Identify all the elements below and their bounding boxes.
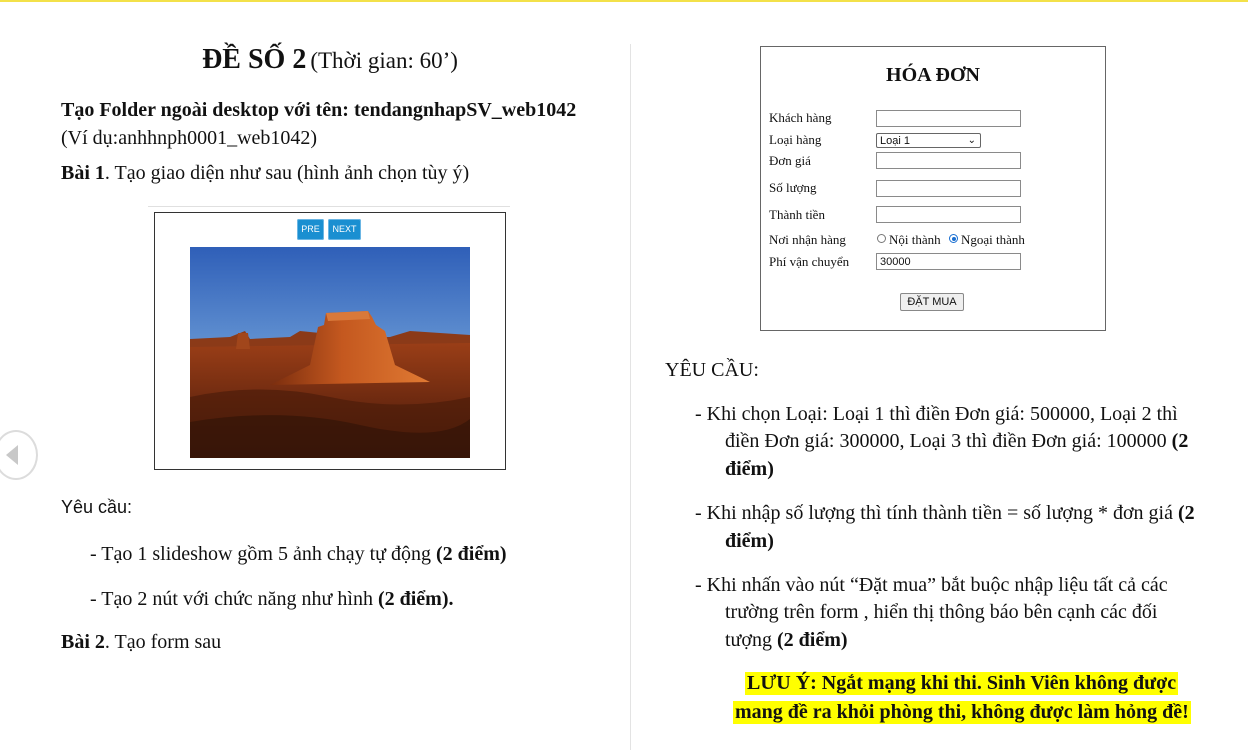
requirement-text: điền Đơn giá: 300000, Loại 3 thì điền Đơ… bbox=[725, 430, 1172, 452]
delivery-place-label: Nơi nhận hàng bbox=[769, 232, 846, 247]
requirement-item: - Tạo 2 nút với chức năng như hình (2 đi… bbox=[90, 588, 454, 611]
radio-outer-city[interactable] bbox=[949, 234, 958, 243]
bai2-text: . Tạo form sau bbox=[104, 631, 222, 653]
requirement-points: điểm) bbox=[725, 458, 774, 480]
slideshow-top-rule bbox=[148, 206, 510, 207]
slideshow-prev-button[interactable]: PRE bbox=[297, 219, 324, 240]
folder-instruction: Tạo Folder ngoài desktop với tên: tendan… bbox=[61, 99, 577, 121]
bai1-label: Bài 1 bbox=[61, 162, 105, 184]
requirements-title: Yêu cầu: bbox=[61, 497, 133, 517]
title-duration: (Thời gian: 60’) bbox=[310, 48, 458, 73]
radio-outer-city-label: Ngoại thành bbox=[961, 232, 1025, 247]
requirement-line: - Khi chọn Loại: Loại 1 thì điền Đơn giá… bbox=[695, 403, 1178, 425]
product-type-value: Loại 1 bbox=[880, 135, 910, 147]
bai1-text: . Tạo giao diện như sau (hình ảnh chọn t… bbox=[104, 162, 470, 184]
customer-input[interactable] bbox=[876, 110, 1021, 127]
warning-note-line: LƯU Ý: Ngắt mạng khi thi. Sinh Viên khôn… bbox=[745, 672, 1179, 695]
requirement-text: tượng bbox=[725, 629, 777, 651]
title-main: ĐỀ SỐ 2 bbox=[202, 44, 307, 75]
top-rule bbox=[0, 0, 1248, 2]
desert-butte-photo bbox=[190, 247, 470, 458]
radio-inner-city[interactable] bbox=[877, 234, 886, 243]
requirement-points: (2 điểm). bbox=[377, 588, 454, 610]
folder-example: (Ví dụ:anhhnph0001_web1042) bbox=[61, 127, 318, 149]
requirement-points: điểm) bbox=[725, 530, 774, 552]
chevron-left-icon bbox=[6, 445, 18, 465]
invoice-form-title: HÓA ĐƠN bbox=[886, 64, 980, 86]
total-label: Thành tiền bbox=[769, 207, 825, 222]
requirement-line: điền Đơn giá: 300000, Loại 3 thì điền Đơ… bbox=[725, 430, 1188, 453]
radio-inner-city-label: Nội thành bbox=[889, 232, 941, 247]
requirement-line: - Khi nhấn vào nút “Đặt mua” bắt buộc nh… bbox=[695, 574, 1168, 596]
product-type-select[interactable]: Loại 1 ⌄ bbox=[876, 133, 981, 148]
order-submit-button[interactable]: ĐẶT MUA bbox=[900, 293, 964, 311]
warning-note-line: mang đề ra khỏi phòng thi, không được là… bbox=[733, 701, 1191, 724]
unit-price-input[interactable] bbox=[876, 152, 1021, 169]
requirement-points: (2 điểm) bbox=[776, 629, 848, 651]
unit-price-label: Đơn giá bbox=[769, 153, 811, 168]
requirement-line: - Khi nhập số lượng thì tính thành tiền … bbox=[695, 502, 1195, 525]
slideshow-next-button[interactable]: NEXT bbox=[328, 219, 361, 240]
requirement-item: - Tạo 1 slideshow gồm 5 ảnh chạy tự động… bbox=[90, 543, 507, 566]
shipping-fee-input[interactable]: 30000 bbox=[876, 253, 1021, 270]
requirement-points: (2 điểm) bbox=[435, 543, 507, 565]
requirement-text: - Tạo 1 slideshow gồm 5 ảnh chạy tự động bbox=[90, 543, 436, 565]
requirement-text: - Tạo 2 nút với chức năng như hình bbox=[90, 588, 378, 610]
chevron-down-icon: ⌄ bbox=[967, 135, 976, 146]
page-divider bbox=[630, 44, 631, 750]
requirement-points: (2 bbox=[1171, 430, 1189, 452]
requirement-line: tượng (2 điểm) bbox=[725, 629, 848, 652]
page-title: ĐỀ SỐ 2 (Thời gian: 60’) bbox=[0, 44, 660, 76]
bai1-heading: Bài 1. Tạo giao diện như sau (hình ảnh c… bbox=[61, 162, 469, 185]
quantity-input[interactable] bbox=[876, 180, 1021, 197]
customer-label: Khách hàng bbox=[769, 110, 832, 125]
requirement-line: trường trên form , hiển thị thông báo bê… bbox=[725, 601, 1158, 623]
bai2-label: Bài 2 bbox=[61, 631, 105, 653]
shipping-fee-label: Phí vận chuyển bbox=[769, 254, 850, 269]
bai2-heading: Bài 2. Tạo form sau bbox=[61, 631, 221, 654]
total-input[interactable] bbox=[876, 206, 1021, 223]
requirement-points: (2 bbox=[1178, 502, 1195, 524]
right-requirements-title: YÊU CẦU: bbox=[665, 359, 759, 381]
product-type-label: Loại hàng bbox=[769, 132, 822, 147]
quantity-label: Số lượng bbox=[769, 180, 817, 195]
previous-page-button[interactable] bbox=[0, 430, 38, 480]
requirement-text: - Khi nhập số lượng thì tính thành tiền … bbox=[695, 502, 1178, 524]
